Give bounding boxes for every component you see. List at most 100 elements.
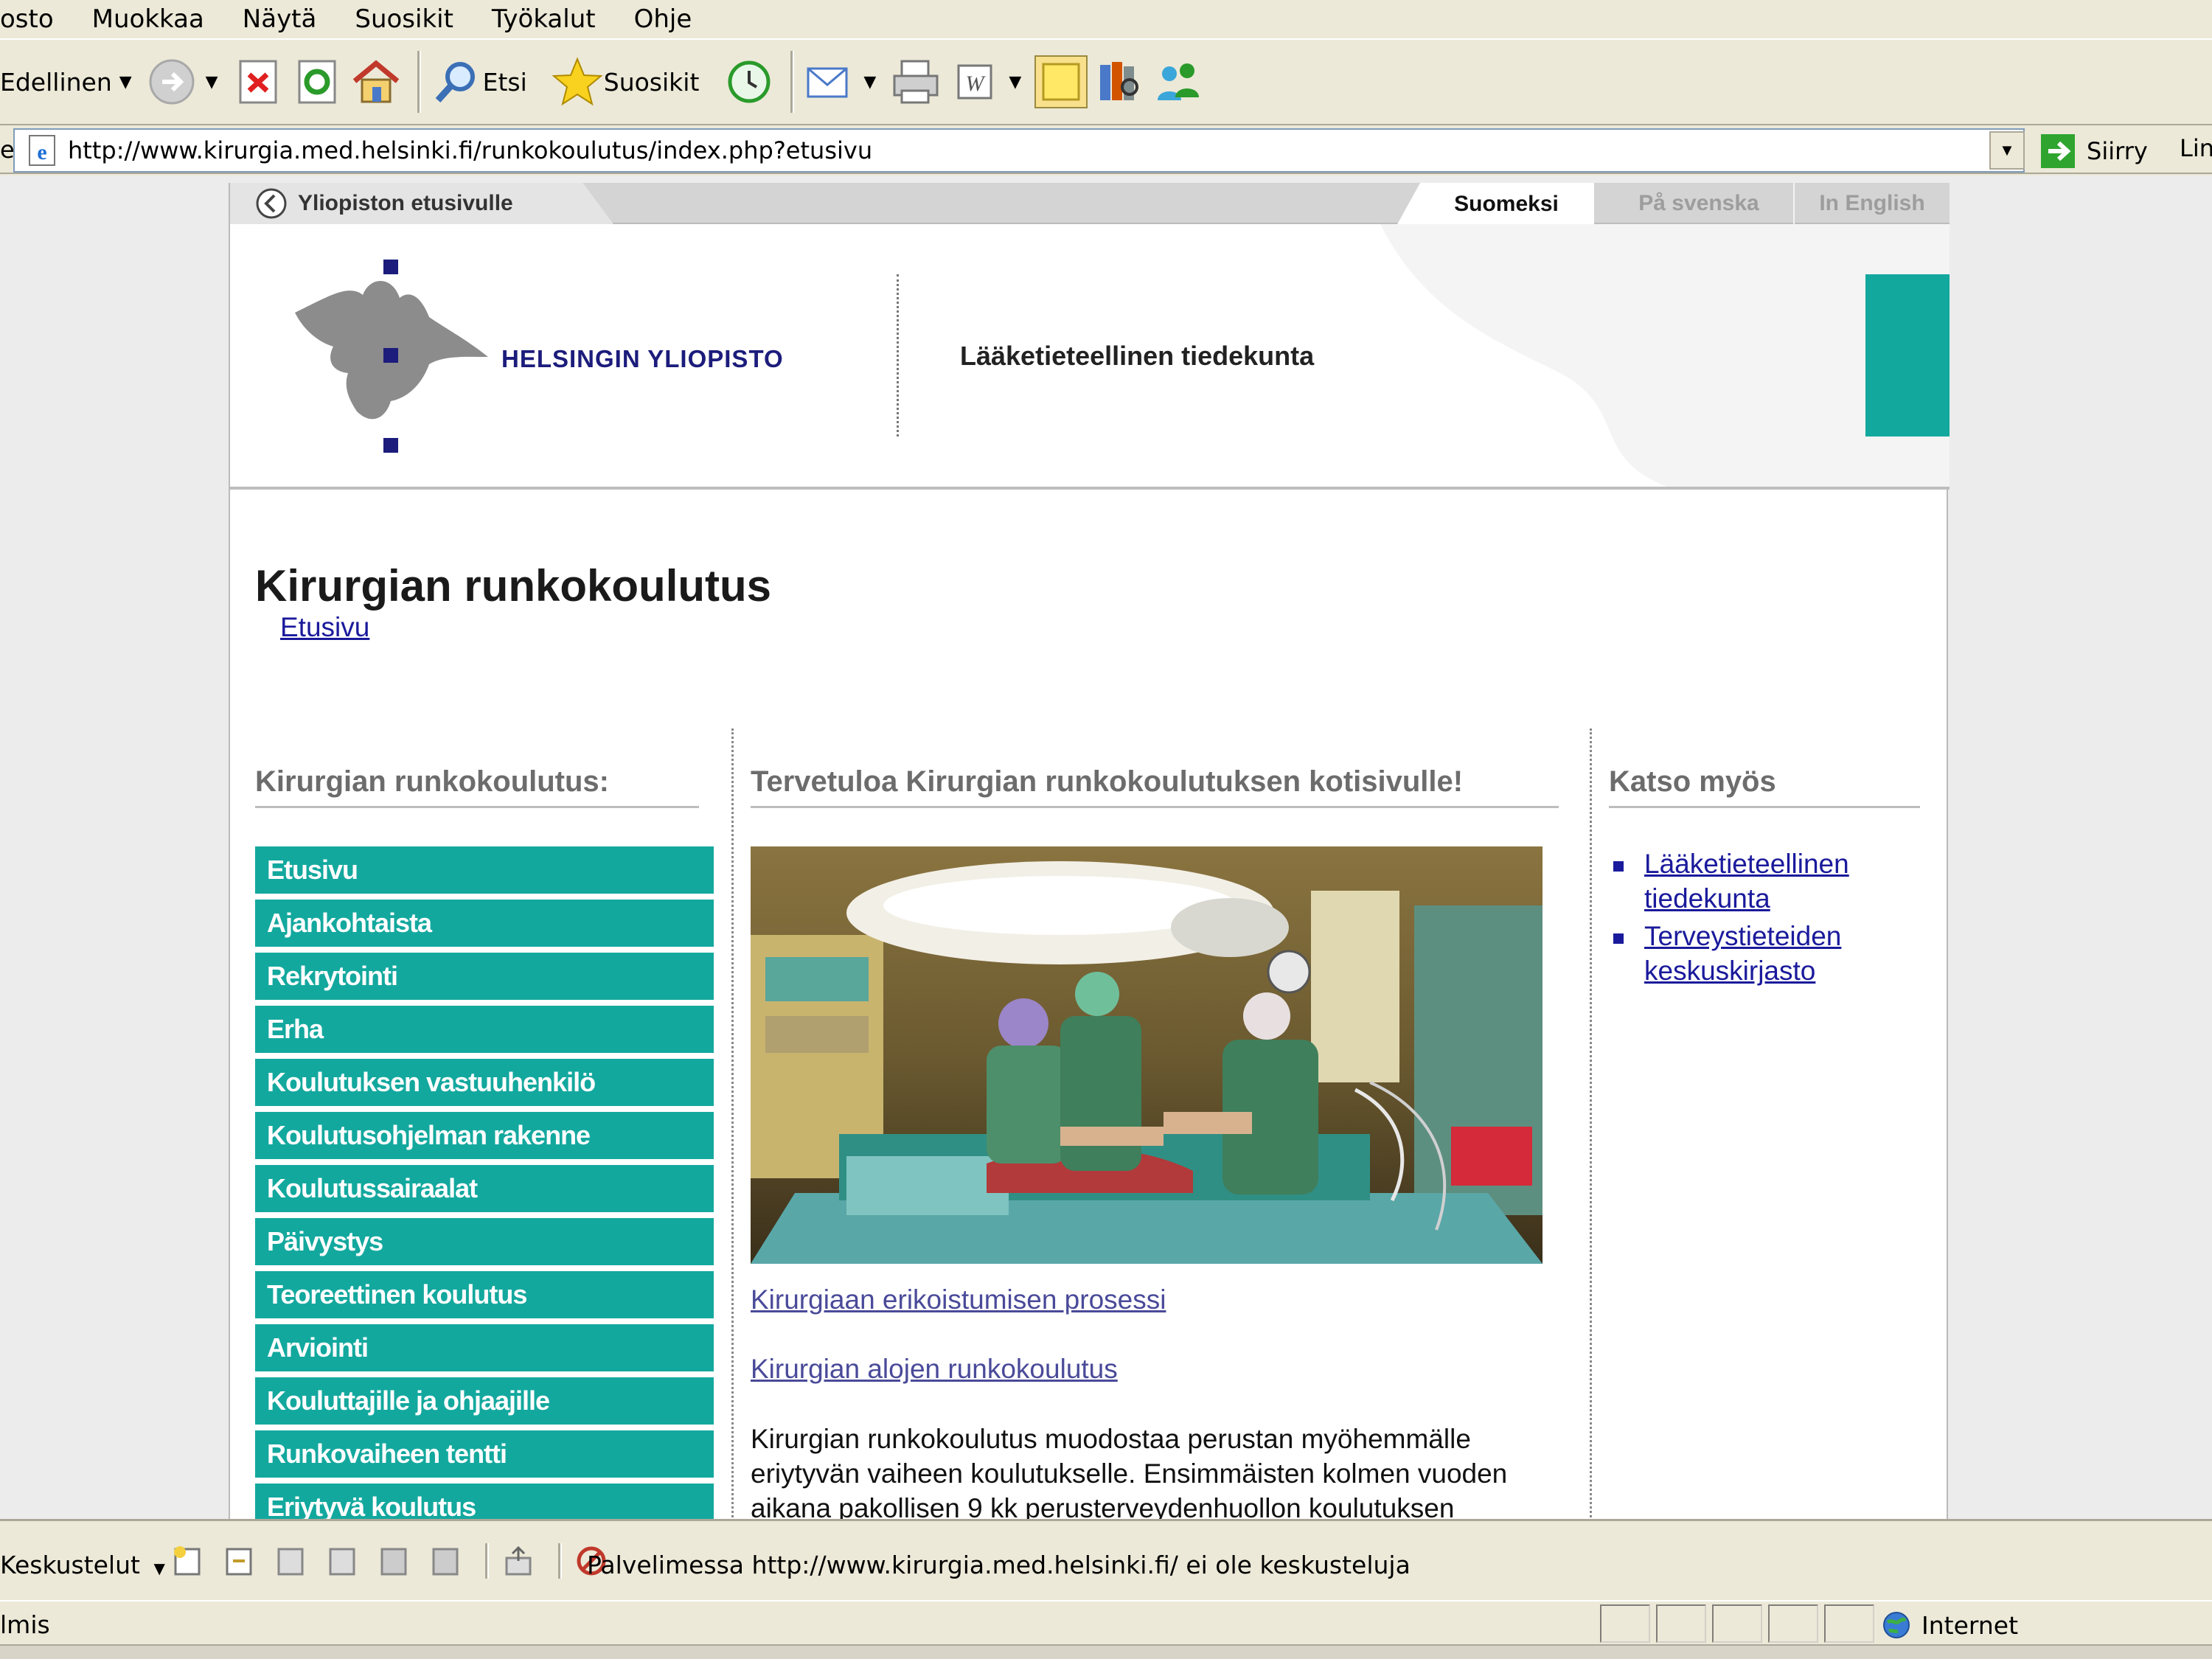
printer-icon bbox=[889, 55, 942, 108]
search-icon bbox=[430, 55, 483, 108]
nav-item-eriytyva[interactable]: Eriytyvä koulutus bbox=[255, 1484, 714, 1519]
edit-word-button[interactable]: W ▼ bbox=[948, 45, 1029, 119]
lang-tab-english[interactable]: In English bbox=[1793, 183, 1950, 224]
status-bar: lmis Internet bbox=[0, 1600, 2212, 1644]
university-logo-text[interactable]: HELSINGIN YLIOPISTO bbox=[501, 345, 784, 373]
next-discussion-icon[interactable] bbox=[425, 1540, 466, 1582]
faculty-link-line[interactable]: tiedekunta bbox=[1644, 881, 1849, 916]
nav-item-paivystys[interactable]: Päivystys bbox=[255, 1218, 714, 1265]
nav-item-kouluttajille[interactable]: Kouluttajille ja ohjaajille bbox=[255, 1377, 714, 1425]
list-item: Terveystieteiden keskuskirjasto bbox=[1609, 919, 1926, 988]
lang-tab-finnish[interactable]: Suomeksi bbox=[1397, 183, 1594, 226]
expand-discussion-icon[interactable] bbox=[270, 1540, 311, 1582]
intro-text: Kirurgian runkokoulutus muodostaa perust… bbox=[751, 1422, 1554, 1519]
faculty-link-line[interactable]: Lääketieteellinen bbox=[1644, 846, 1849, 881]
svg-text:e: e bbox=[37, 140, 46, 164]
intro-line: Kirurgian runkokoulutus muodostaa perust… bbox=[751, 1424, 1471, 1454]
mail-dropdown-icon[interactable]: ▼ bbox=[863, 73, 876, 91]
back-circle-icon bbox=[255, 187, 288, 220]
nav-item-arviointi[interactable]: Arviointi bbox=[255, 1324, 714, 1371]
zone-label: Internet bbox=[1921, 1610, 2019, 1640]
forward-dropdown-icon[interactable]: ▼ bbox=[206, 73, 218, 91]
process-link[interactable]: Kirurgiaan erikoistumisen prosessi bbox=[751, 1284, 1166, 1315]
nav-item-rekrytointi[interactable]: Rekrytointi bbox=[255, 953, 714, 1000]
collapse-discussion-icon[interactable] bbox=[321, 1540, 363, 1582]
nav-item-etusivu[interactable]: Etusivu bbox=[255, 846, 714, 894]
search-label: Etsi bbox=[482, 67, 527, 97]
nav-item-erha[interactable]: Erha bbox=[255, 1006, 714, 1053]
bullet-icon bbox=[1613, 933, 1624, 944]
nav-item-teoreettinen[interactable]: Teoreettinen koulutus bbox=[255, 1271, 714, 1318]
books-icon bbox=[1093, 55, 1147, 108]
word-icon: W bbox=[948, 55, 1001, 108]
favorites-label: Suosikit bbox=[603, 67, 700, 97]
toolbar: Edellinen ▼ ▼ Etsi Suosikit ▼ W ▼ bbox=[0, 38, 2212, 125]
nav-item-sairaalat[interactable]: Koulutussairaalat bbox=[255, 1165, 714, 1212]
nav-item-vastuuhenkilo[interactable]: Koulutuksen vastuuhenkilö bbox=[255, 1059, 714, 1106]
address-dropdown-button[interactable]: ▼ bbox=[1989, 131, 2025, 170]
history-icon bbox=[723, 55, 776, 108]
university-logo-icon[interactable] bbox=[282, 254, 495, 467]
back-dropdown-icon[interactable]: ▼ bbox=[119, 73, 132, 91]
menu-file[interactable]: osto bbox=[0, 4, 54, 34]
address-input[interactable]: e http://www.kirurgia.med.helsinki.fi/ru… bbox=[13, 128, 2025, 173]
list-item: Lääketieteellinen tiedekunta bbox=[1609, 846, 1926, 916]
discussions-button[interactable]: Keskustelut ▼ bbox=[0, 1551, 165, 1579]
toolbar-separator bbox=[790, 51, 795, 113]
previous-discussion-icon[interactable] bbox=[373, 1540, 414, 1582]
menu-view[interactable]: Näytä bbox=[243, 4, 317, 34]
menu-edit[interactable]: Muokkaa bbox=[92, 4, 204, 34]
university-home-link[interactable]: Yliopiston etusivulle bbox=[230, 183, 613, 224]
edit-dropdown-icon[interactable]: ▼ bbox=[1009, 73, 1021, 91]
security-zone[interactable]: Internet bbox=[1882, 1610, 2018, 1640]
go-arrow-icon bbox=[2039, 133, 2076, 170]
page-viewport: Yliopiston etusivulle Suomeksi På svensk… bbox=[0, 175, 2212, 1519]
search-button[interactable]: Etsi bbox=[430, 45, 527, 119]
go-button[interactable]: Siirry bbox=[2039, 131, 2157, 171]
nav-item-rakenne[interactable]: Koulutusohjelman rakenne bbox=[255, 1112, 714, 1159]
faculty-name: Lääketieteellinen tiedekunta bbox=[960, 341, 1315, 371]
lang-tab-swedish[interactable]: På svenska bbox=[1604, 183, 1793, 224]
favorites-button[interactable]: Suosikit bbox=[551, 45, 700, 119]
mail-button[interactable]: ▼ bbox=[803, 45, 883, 119]
nav-item-ajankohtaista[interactable]: Ajankohtaista bbox=[255, 900, 714, 947]
menu-favorites[interactable]: Suosikit bbox=[355, 4, 453, 34]
intro-line: eriytyvän vaiheen koulutukselle. Ensimmä… bbox=[751, 1458, 1508, 1489]
messenger-button[interactable] bbox=[1152, 45, 1206, 119]
see-also-list: Lääketieteellinen tiedekunta Terveystiet… bbox=[1609, 846, 1926, 991]
forward-button[interactable]: ▼ bbox=[145, 45, 226, 119]
ie-page-icon: e bbox=[27, 134, 59, 167]
status-pane bbox=[1656, 1604, 1706, 1643]
library-link-line[interactable]: Terveystieteiden bbox=[1644, 919, 1841, 953]
nav-item-tentti[interactable]: Runkovaiheen tentti bbox=[255, 1430, 714, 1478]
research-button[interactable] bbox=[1093, 45, 1147, 119]
back-button[interactable]: Edellinen ▼ bbox=[0, 45, 139, 119]
notes-button[interactable] bbox=[1034, 45, 1088, 119]
breadcrumb-home-link[interactable]: Etusivu bbox=[280, 612, 369, 643]
links-label[interactable]: Lin bbox=[2180, 134, 2212, 162]
nav-heading: Kirurgian runkokoulutus: bbox=[255, 765, 699, 808]
core-training-link[interactable]: Kirurgian alojen runkokoulutus bbox=[751, 1354, 1118, 1385]
history-button[interactable] bbox=[723, 45, 776, 119]
discussions-dropdown-icon: ▼ bbox=[153, 1559, 165, 1577]
library-link-line[interactable]: keskuskirjasto bbox=[1644, 953, 1841, 988]
svg-text:W: W bbox=[966, 72, 987, 96]
welcome-heading: Tervetuloa Kirurgian runkokoulutuksen ko… bbox=[751, 765, 1559, 808]
stop-button[interactable] bbox=[232, 45, 285, 119]
subscribe-icon[interactable] bbox=[498, 1540, 539, 1582]
toolbar-separator bbox=[417, 51, 421, 113]
print-button[interactable] bbox=[889, 45, 942, 119]
menu-tools[interactable]: Työkalut bbox=[492, 4, 596, 34]
reply-discussion-icon[interactable] bbox=[218, 1540, 260, 1582]
refresh-button[interactable] bbox=[291, 45, 344, 119]
taskbar-edge bbox=[0, 1644, 2212, 1659]
faculty-link[interactable]: Lääketieteellinen tiedekunta bbox=[1644, 846, 1849, 916]
globe-icon bbox=[1882, 1610, 1911, 1640]
column-divider bbox=[1590, 728, 1592, 1519]
university-home-label: Yliopiston etusivulle bbox=[298, 191, 513, 215]
home-button[interactable] bbox=[349, 45, 403, 119]
go-label: Siirry bbox=[2087, 137, 2148, 165]
menu-help[interactable]: Ohje bbox=[634, 4, 692, 34]
new-discussion-icon[interactable] bbox=[167, 1540, 208, 1582]
library-link[interactable]: Terveystieteiden keskuskirjasto bbox=[1644, 919, 1841, 988]
